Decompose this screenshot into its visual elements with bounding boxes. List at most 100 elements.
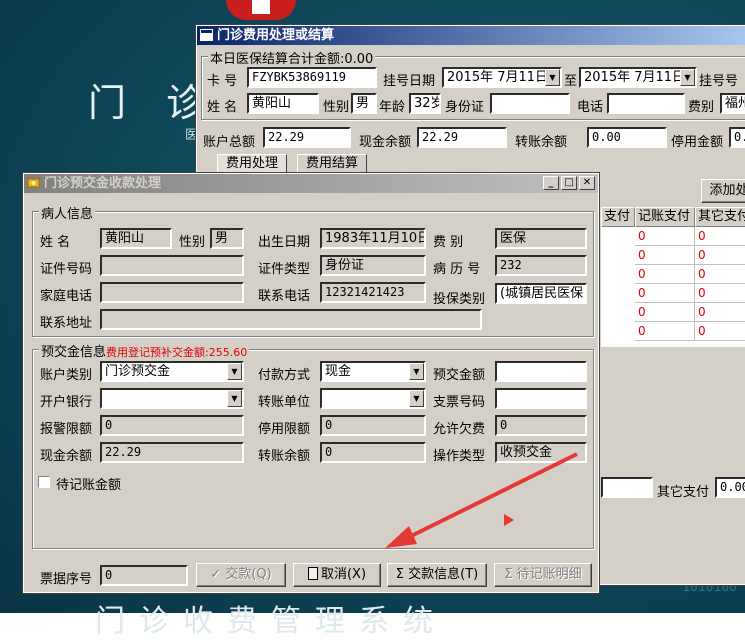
cancel-button[interactable]: 取消(X) [293, 563, 381, 587]
dlg-contact-phone-label: 联系电话 [258, 289, 311, 304]
maximize-icon[interactable]: □ [561, 176, 577, 190]
grid-header-other-pay[interactable]: 其它支付 [695, 207, 745, 227]
stop-limit-label: 停用限额 [258, 422, 311, 437]
alarm-limit-field[interactable]: 0 [100, 415, 244, 436]
close-icon[interactable]: ✕ [579, 176, 595, 190]
age-field[interactable]: 32岁 [409, 93, 441, 114]
chevron-down-icon[interactable]: ▼ [227, 390, 242, 407]
grid-header-account-pay[interactable]: 记账支付 [635, 207, 695, 227]
add-item-button[interactable]: 添加处 [701, 179, 745, 203]
stop-limit-field[interactable]: 0 [320, 415, 426, 436]
pay-button[interactable]: ✓ 交款(Q) [196, 563, 286, 587]
dlg-feetype-label: 费 别 [433, 235, 464, 250]
dialog-title: 门诊预交金收款处理 [44, 176, 162, 191]
annotation-arrow [385, 452, 578, 548]
dlg-sex-field[interactable]: 男 [210, 228, 244, 249]
bank-select[interactable]: ▼ [100, 388, 244, 409]
pay-method-select[interactable]: 现金 ▼ [320, 361, 426, 382]
dlg-address-field[interactable] [100, 309, 482, 330]
grid-cell[interactable]: 0 [695, 246, 745, 265]
chevron-down-icon[interactable]: ▼ [227, 363, 242, 380]
money-icon [27, 178, 40, 188]
grid-cell[interactable]: 0 [695, 303, 745, 322]
allow-owe-field[interactable]: 0 [495, 415, 587, 436]
fee-grid-body[interactable]: 0 0 0 0 0 0 0 0 0 0 0 0 [601, 227, 745, 347]
grid-cell[interactable]: 0 [695, 322, 745, 341]
dlg-record-no-field[interactable]: 232 [495, 255, 587, 276]
dlg-home-phone-field[interactable] [100, 282, 244, 303]
reg-date-to-picker[interactable]: 2015年 7月11日 ▼ [579, 67, 697, 88]
dlg-cert-type-label: 证件类型 [258, 262, 311, 277]
check-no-field[interactable] [495, 388, 587, 409]
grid-cell[interactable]: 0 [635, 284, 695, 303]
other-total-field[interactable] [601, 477, 653, 498]
phone-field[interactable] [607, 93, 685, 114]
dlg-insure-type-field[interactable]: (城镇居民医保 [495, 283, 587, 304]
dlg-sex-label: 性别 [179, 235, 206, 250]
dlg-feetype-field[interactable]: 医保 [495, 228, 587, 249]
acct-total-field[interactable]: 22.29 [263, 127, 351, 148]
pay-info-button[interactable]: Σ 交款信息(T) [387, 563, 487, 587]
chevron-down-icon[interactable]: ▼ [680, 69, 695, 86]
to-label: 至 [564, 74, 578, 89]
idcard-field[interactable] [490, 93, 570, 114]
dlg-cert-type-field[interactable]: 身份证 [320, 255, 426, 276]
pending-amount-checkbox[interactable] [38, 476, 50, 488]
alarm-limit-label: 报警限额 [40, 422, 93, 437]
receipt-no-field[interactable]: 0 [100, 565, 188, 586]
other-pay-label: 其它支付 [657, 485, 710, 500]
dlg-contact-phone-field[interactable]: 12321421423 [320, 282, 426, 303]
fee-window-title: 门诊费用处理或结算 [217, 28, 335, 43]
grid-cell[interactable]: 0 [635, 303, 695, 322]
dlg-name-field[interactable]: 黄阳山 [100, 228, 172, 249]
sex-field[interactable]: 男 [351, 93, 377, 114]
dialog-titlebar[interactable]: 门诊预交金收款处理 _ □ ✕ [24, 174, 598, 193]
dlg-name-label: 姓 名 [40, 235, 71, 250]
card-number-field[interactable]: FZYBK53869119 [247, 67, 377, 88]
tab-fee-processing[interactable]: 费用处理 [217, 154, 288, 174]
dlg-dob-field[interactable]: 1983年11月10日 [320, 228, 426, 249]
stop-amt-field[interactable]: 0. [729, 127, 745, 148]
name-label: 姓 名 [207, 100, 238, 115]
grid-cell[interactable]: 0 [695, 265, 745, 284]
grid-cell[interactable]: 0 [635, 322, 695, 341]
deposit-note: 费用登记预补交金额:255.60 [106, 346, 248, 359]
chevron-down-icon[interactable]: ▼ [409, 363, 424, 380]
dlg-address-label: 联系地址 [40, 316, 93, 331]
app-logo [226, 0, 296, 20]
dlg-insure-type-label: 投保类别 [433, 292, 486, 307]
deposit-amt-label: 预交金额 [433, 368, 486, 383]
feetype-field[interactable]: 福州 [720, 93, 745, 114]
reg-date-from-picker[interactable]: 2015年 7月11日 ▼ [442, 67, 562, 88]
grid-cell[interactable]: 0 [635, 246, 695, 265]
acct-type-select[interactable]: 门诊预交金 ▼ [100, 361, 244, 382]
patient-info-title: 病人信息 [39, 203, 96, 222]
grid-cell[interactable]: 0 [695, 284, 745, 303]
deposit-amt-field[interactable] [495, 361, 587, 382]
dlg-cash-bal-field[interactable]: 22.29 [100, 442, 244, 463]
pending-detail-button[interactable]: Σ 待记账明细 [494, 563, 592, 587]
window-app-icon [200, 29, 213, 41]
minimize-icon[interactable]: _ [543, 176, 559, 190]
chevron-down-icon[interactable]: ▼ [545, 69, 560, 86]
reg-no-label: 挂号号 [699, 74, 739, 89]
dlg-cert-no-label: 证件号码 [40, 262, 93, 277]
name-field[interactable]: 黄阳山 [247, 93, 319, 114]
transfer-unit-select[interactable]: ▼ [320, 388, 426, 409]
feetype-label: 费别 [688, 100, 715, 115]
transfer-bal-field[interactable]: 0.00 [587, 127, 667, 148]
dlg-record-no-label: 病 历 号 [433, 262, 481, 277]
tab-fee-settlement[interactable]: 费用结算 [297, 154, 368, 174]
grid-cell[interactable]: 0 [635, 265, 695, 284]
chevron-down-icon[interactable]: ▼ [409, 390, 424, 407]
check-no-label: 支票号码 [433, 395, 486, 410]
grid-cell[interactable]: 0 [695, 227, 745, 246]
dlg-cert-no-field[interactable] [100, 255, 244, 276]
deposit-info-title: 预交金信息费用登记预补交金额:255.60 [39, 341, 250, 360]
exit-door-icon [307, 567, 318, 580]
other-pay-field[interactable]: 0.00 [715, 477, 745, 498]
fee-window-titlebar[interactable]: 门诊费用处理或结算 [197, 26, 745, 45]
grid-header-pay[interactable]: 支付 [601, 207, 635, 227]
cash-bal-field[interactable]: 22.29 [417, 127, 507, 148]
grid-cell[interactable]: 0 [635, 227, 695, 246]
